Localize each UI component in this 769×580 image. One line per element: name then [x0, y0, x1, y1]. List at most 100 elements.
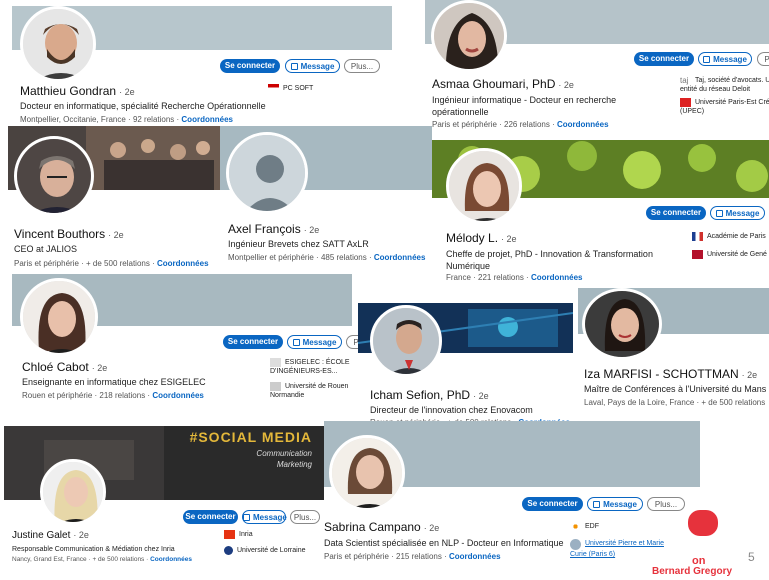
profile-name[interactable]: Icham Sefion, PhD · 2e [370, 388, 489, 402]
avatar[interactable] [226, 132, 308, 214]
profile-headline: Enseignante en informatique chez ESIGELE… [22, 377, 206, 387]
brand-badge-icon [688, 510, 718, 536]
connect-button[interactable]: Se connecter [522, 497, 583, 511]
connect-button[interactable]: Se connecter [634, 52, 694, 66]
message-button[interactable]: Message [287, 335, 342, 349]
org-inria[interactable]: Inria [224, 530, 253, 539]
avatar[interactable] [582, 288, 662, 360]
connect-button[interactable]: Se connecter [223, 335, 283, 349]
profile-card-iza: Iza MARFISI - SCHOTTMAN · 2e Maître de Co… [578, 288, 769, 412]
profile-photo [43, 462, 103, 522]
more-button[interactable]: P [757, 52, 769, 66]
profile-location: Montpellier, Occitanie, France · 92 rela… [20, 115, 233, 124]
profile-name[interactable]: Mélody L. · 2e [446, 231, 517, 245]
profile-headline: Maître de Conférences à l'Université du … [584, 384, 767, 394]
inria-logo-icon [224, 530, 235, 539]
profile-name[interactable]: Vincent Bouthors · 2e [14, 227, 124, 241]
profile-location: Laval, Pays de la Loire, France · + de 5… [584, 398, 766, 407]
coordinates-link[interactable]: Coordonnées [374, 253, 426, 262]
edf-logo-icon [570, 522, 581, 531]
coordinates-link[interactable]: Coordonnées [150, 556, 192, 563]
academie-logo-icon [692, 232, 703, 241]
profile-card-icham: Icham Sefion, PhD · 2e Directeur de l'inn… [358, 303, 573, 426]
upmc-logo-icon [570, 539, 581, 550]
profile-photo [17, 139, 91, 213]
avatar[interactable] [370, 305, 442, 377]
brand-logo: on Bernard Gregory [652, 510, 752, 580]
profile-location: Nancy, Grand Est, France · + de 500 rela… [12, 556, 192, 563]
default-user-icon [229, 135, 305, 211]
more-button[interactable]: Plus... [344, 59, 380, 73]
profile-location: Montpellier et périphérie · 485 relation… [228, 253, 426, 262]
profile-photo [585, 291, 659, 357]
more-button[interactable]: P [346, 335, 358, 349]
brand-line2: Bernard Gregory [652, 566, 733, 577]
org-universite-geneve[interactable]: Université de Gené [692, 250, 769, 259]
coordinates-link[interactable]: Coordonnées [157, 259, 209, 268]
avatar[interactable] [40, 459, 106, 525]
org-edf[interactable]: EDF [570, 522, 599, 531]
profile-photo [23, 9, 93, 79]
coordinates-link[interactable]: Coordonnées [449, 552, 501, 561]
connect-button[interactable]: Se connecter [183, 510, 238, 524]
profile-photo [373, 308, 439, 374]
profile-headline: Docteur en informatique, spécialité Rech… [20, 101, 266, 111]
coordinates-link[interactable]: Coordonnées [181, 115, 233, 124]
org-taj[interactable]: taj Taj, société d'avocats. U entité du r… [680, 76, 769, 94]
org-universite-lorraine[interactable]: Université de Lorraine [224, 546, 305, 555]
org-upec[interactable]: Université Paris-Est Cré (UPEC) [680, 98, 769, 116]
message-button[interactable]: Message [587, 497, 643, 511]
message-button[interactable]: Message [242, 510, 287, 524]
avatar[interactable] [431, 0, 507, 72]
profile-card-chloe: Se connecter Message P Chloé Cabot · 2e E… [12, 274, 358, 408]
profile-card-asmaa: Se connecter Message P Asmaa Ghoumari, P… [425, 0, 769, 140]
taj-logo-icon: taj [680, 76, 689, 85]
profile-card-matthieu: Se connecter Message Plus... Matthieu Go… [8, 6, 420, 126]
org-pcsoft[interactable]: PC SOFT [268, 84, 313, 93]
profile-headline: CEO at JALIOS [14, 244, 78, 254]
profile-name[interactable]: Asmaa Ghoumari, PhD · 2e [432, 77, 574, 91]
coordinates-link[interactable]: Coordonnées [531, 273, 583, 282]
profile-name[interactable]: Justine Galet · 2e [12, 530, 89, 541]
more-button[interactable]: Plus... [290, 510, 320, 524]
lock-icon [290, 63, 298, 71]
org-academie-paris[interactable]: Académie de Paris [692, 232, 769, 241]
more-button[interactable]: Plus... [647, 497, 685, 511]
profile-name[interactable]: Sabrina Campano · 2e [324, 520, 439, 534]
unige-logo-icon [692, 250, 703, 259]
profile-headline: Responsable Communication & Médiation ch… [12, 546, 175, 553]
profile-photo [332, 438, 402, 508]
banner-subtitle: Communication Marketing [256, 449, 312, 469]
coordinates-link[interactable]: Coordonnées [152, 391, 204, 400]
lock-icon [593, 501, 601, 509]
avatar[interactable] [20, 278, 98, 356]
profile-headline: Cheffe de projet, PhD - Innovation & Tra… [446, 249, 653, 271]
rouen-logo-icon [270, 382, 281, 391]
lock-icon [243, 514, 250, 522]
esigelec-logo-icon [270, 358, 281, 367]
lorraine-logo-icon [224, 546, 233, 555]
avatar[interactable] [14, 136, 94, 216]
avatar[interactable] [20, 6, 96, 82]
coordinates-link[interactable]: Coordonnées [557, 120, 609, 129]
connect-button[interactable]: Se connecter [220, 59, 280, 73]
avatar[interactable] [446, 148, 522, 224]
message-button[interactable]: Message [285, 59, 340, 73]
profile-headline: Ingénieur informatique - Docteur en rech… [432, 95, 617, 117]
profile-name[interactable]: Matthieu Gondran · 2e [20, 84, 135, 98]
profile-card-vincent: Vincent Bouthors · 2e CEO at JALIOS Paris… [8, 126, 220, 274]
profile-location: Paris et périphérie · + de 500 relations… [14, 259, 209, 268]
profile-card-melody: Se connecter Message Mélody L. · 2e Cheff… [432, 140, 769, 288]
profile-name[interactable]: Axel François · 2e [228, 222, 319, 236]
org-esigelec[interactable]: ESIGELEC : ÉCOLE D'INGÉNIEURS-ES... [270, 358, 356, 376]
message-button[interactable]: Message [698, 52, 752, 66]
org-universite-rouen[interactable]: Université de Rouen Normandie [270, 382, 356, 400]
profile-name[interactable]: Iza MARFISI - SCHOTTMAN · 2e [584, 367, 757, 381]
message-button[interactable]: Message [710, 206, 765, 220]
lock-icon [703, 56, 711, 64]
pcsoft-logo-icon [268, 84, 279, 93]
connect-button[interactable]: Se connecter [646, 206, 706, 220]
avatar[interactable] [329, 435, 405, 511]
upec-logo-icon [680, 98, 691, 107]
profile-name[interactable]: Chloé Cabot · 2e [22, 360, 107, 374]
